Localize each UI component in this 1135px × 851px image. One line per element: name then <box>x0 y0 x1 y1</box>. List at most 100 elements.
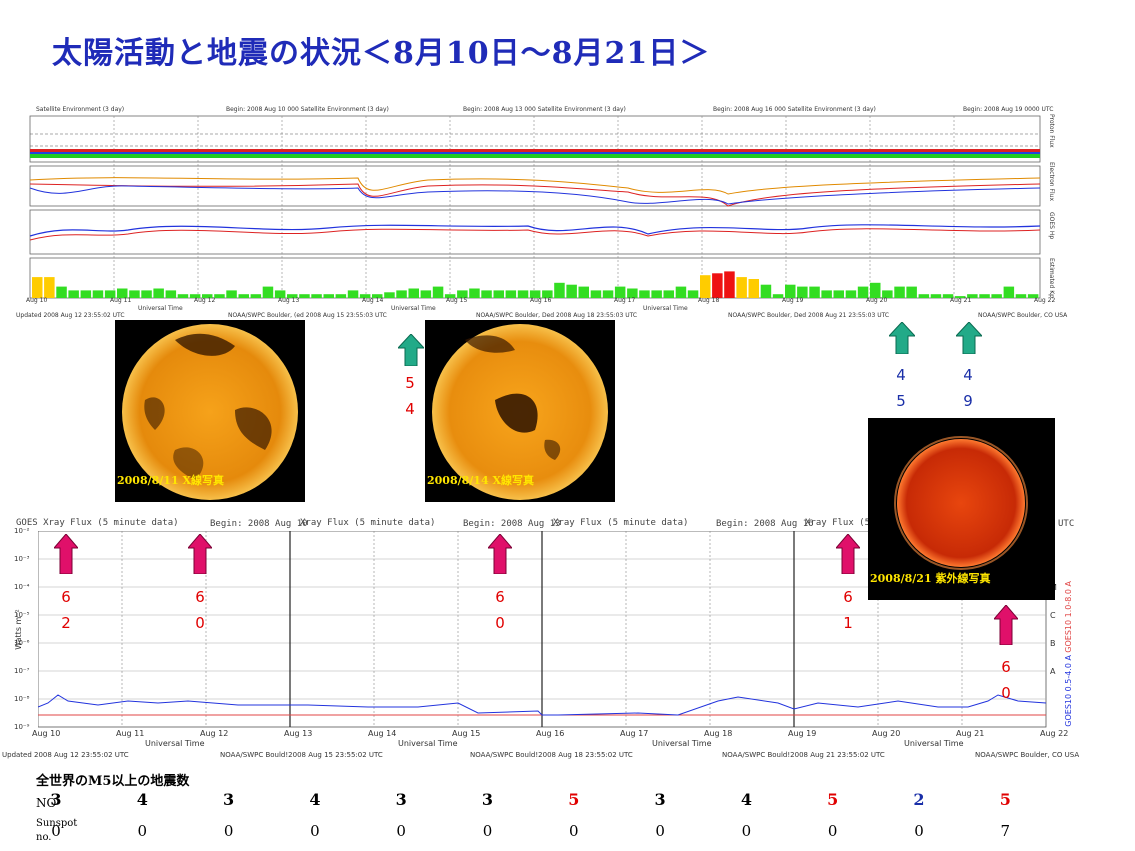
page-title: 太陽活動と地震の状況＜8月10日～8月21日＞ <box>52 36 711 71</box>
xray-y-tick: 10⁻⁷ <box>14 667 30 675</box>
kp-bar <box>748 279 759 298</box>
class-b: B <box>1050 639 1056 648</box>
xray-footer-3: NOAA/SWPC Bould!2008 Aug 18 23:55:02 UTC <box>470 751 633 759</box>
goes-axis-title-1: Universal Time <box>138 305 183 312</box>
sunspot-count: 0 <box>396 822 406 840</box>
xray-date-tick: Aug 15 <box>452 729 481 738</box>
xray-date-tick: Aug 22 <box>1040 729 1069 738</box>
xray-date-tick: Aug 14 <box>368 729 397 738</box>
quake-count: 3 <box>395 790 407 809</box>
goes-date-tick: Aug 15 <box>446 297 468 304</box>
green-value-1-digit1: 5 <box>405 374 415 392</box>
kp-bar <box>712 273 723 298</box>
goes-footer-2: NOAA/SWPC Boulder, (ed 2008 Aug 15 23:55… <box>228 312 387 319</box>
green-arrow-icon <box>889 322 915 354</box>
goes-footer-1: Updated 2008 Aug 12 23:55:02 UTC <box>16 312 125 319</box>
kp-bar <box>760 284 772 298</box>
xray-date-tick: Aug 21 <box>956 729 985 738</box>
sunspot-count: 0 <box>569 822 579 840</box>
photo-caption-aug14: 2008/8/14 X線写真 <box>427 474 534 487</box>
quake-count: 3 <box>50 790 62 809</box>
green-arrow-icon <box>956 322 982 354</box>
green-value-3-digit2: 9 <box>963 392 973 410</box>
xray-y-tick: 10⁻⁴ <box>14 583 30 591</box>
quake-count: 2 <box>913 790 925 809</box>
quake-count: 4 <box>136 790 148 809</box>
goes-footer-4: NOAA/SWPC Boulder, Ded 2008 Aug 21 23:55… <box>728 312 890 319</box>
xray-footer-4: NOAA/SWPC Bould!2008 Aug 21 23:55:02 UTC <box>722 751 885 759</box>
goes-date-tick: Aug 10 <box>26 297 48 304</box>
panel-label-kp: Estimated Kp <box>1048 258 1055 298</box>
green-value-1-digit2: 4 <box>405 400 415 418</box>
photo-caption-aug21: 2008/8/21 紫外線写真 <box>870 572 991 585</box>
class-a: A <box>1050 667 1056 676</box>
kp-bar <box>700 275 711 298</box>
xray-axis-title-2: Universal Time <box>398 739 458 748</box>
legend-red: GOES10 1.0-8.0 A <box>1064 581 1073 653</box>
sunspot-count: 0 <box>137 822 148 840</box>
green-value-3-digit1: 4 <box>963 366 973 384</box>
quake-count: 4 <box>309 790 321 809</box>
pink-arrow-icon <box>54 534 78 574</box>
quake-count: 5 <box>999 790 1011 809</box>
xray-header-6: Begin: 2008 Aug 16 <box>716 519 814 529</box>
sun-xray-photo-aug11: 2008/8/11 X線写真 <box>115 320 305 502</box>
kp-bar <box>870 282 881 298</box>
sunspot-count: 0 <box>51 822 61 840</box>
kp-bar <box>736 277 747 298</box>
green-arrow-icon <box>398 334 424 366</box>
xray-date-tick: Aug 20 <box>872 729 901 738</box>
xray-axis-title-3: Universal Time <box>652 739 712 748</box>
quake-table-heading: 全世界のM5以上の地震数 <box>36 774 190 789</box>
xray-y-tick: 10⁻⁸ <box>14 695 30 703</box>
xray-header-3: Xray Flux (5 minute data) <box>300 518 436 528</box>
goes-date-tick: Aug 19 <box>782 297 804 304</box>
sunspot-count: 0 <box>310 822 320 840</box>
green-value-2-digit1: 4 <box>896 366 906 384</box>
pink-value-3-digit2: 0 <box>495 614 505 632</box>
kp-bar <box>566 284 577 298</box>
xray-y-tick: 10⁻⁶ <box>14 639 30 647</box>
pink-value-1-digit1: 6 <box>61 588 71 606</box>
xray-y-tick: 10⁻² <box>14 527 30 535</box>
xray-header-4: Begin: 2008 Aug 13 <box>463 519 561 529</box>
xray-header-2: Begin: 2008 Aug 10 <box>210 519 308 529</box>
pink-arrow-icon <box>994 605 1018 645</box>
xray-date-tick: Aug 10 <box>32 729 61 738</box>
xray-date-tick: Aug 17 <box>620 729 649 738</box>
xray-header-8: UTC <box>1058 519 1075 529</box>
sun-uv-photo-aug21: 2008/8/21 紫外線写真 <box>868 418 1055 600</box>
pink-value-5-digit1: 6 <box>1001 658 1011 676</box>
goes-date-tick: Aug 16 <box>530 297 552 304</box>
sunspot-count: 0 <box>741 822 752 840</box>
pink-value-4-digit1: 6 <box>843 588 853 606</box>
goes-plot <box>29 115 1041 299</box>
xray-date-tick: Aug 12 <box>200 729 229 738</box>
pink-value-4-digit2: 1 <box>843 614 853 632</box>
goes-axis-title-3: Universal Time <box>643 305 688 312</box>
kp-bar <box>785 284 796 298</box>
quake-count: 3 <box>223 790 235 809</box>
quake-count: 5 <box>568 790 580 809</box>
class-c: C <box>1050 611 1056 620</box>
goes-date-tick: Aug 21 <box>950 297 972 304</box>
xray-footer-2: NOAA/SWPC Bould!2008 Aug 15 23:55:02 UTC <box>220 751 383 759</box>
legend-blue: GOES10 0.5-4.0 A <box>1064 655 1073 727</box>
goes-date-tick: Aug 13 <box>278 297 300 304</box>
kp-bar <box>44 277 55 298</box>
sunspot-count: 0 <box>223 822 234 840</box>
xray-axis-title-4: Universal Time <box>904 739 964 748</box>
xray-footer-1: Updated 2008 Aug 12 23:55:02 UTC <box>2 751 129 759</box>
sun-xray-photo-aug14: 2008/8/14 X線写真 <box>425 320 615 502</box>
quake-count: 3 <box>481 790 494 809</box>
panel-label-electron: Electron Flux <box>1048 162 1055 201</box>
pink-arrow-icon <box>488 534 512 574</box>
sunspot-counts-row: 0 0 0 0 0 0 0 0 0 0 0 7 <box>0 822 1135 844</box>
xray-axis-title-1: Universal Time <box>145 739 205 748</box>
photo-caption-aug11: 2008/8/11 X線写真 <box>117 474 224 487</box>
xray-footer-5: NOAA/SWPC Boulder, CO USA <box>975 751 1080 759</box>
pink-value-5-digit2: 0 <box>1001 684 1011 702</box>
pink-arrow-icon <box>188 534 212 574</box>
xray-header-1: GOES Xray Flux (5 minute data) <box>16 518 179 528</box>
sunspot-count: 0 <box>914 822 924 840</box>
